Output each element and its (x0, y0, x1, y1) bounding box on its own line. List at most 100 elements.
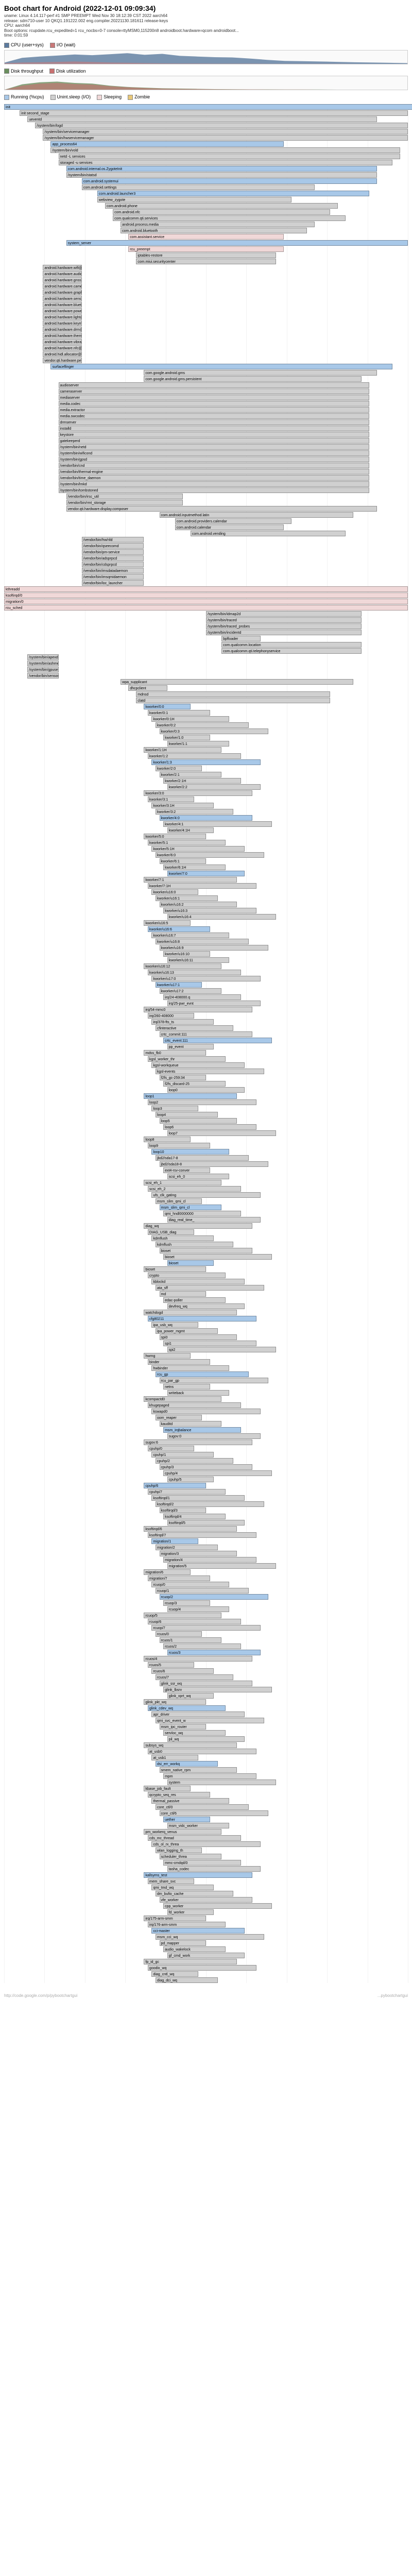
process-bar: media.codec (59, 401, 369, 406)
process-row: rcuop/3 (4, 1600, 408, 1606)
legend-swatch (97, 95, 102, 100)
process-row: /system/bin/ashmemd (4, 660, 408, 666)
process-row: com.android.launcher3 (4, 191, 408, 196)
process-row: binder (4, 1359, 408, 1365)
process-row: mem_share_svc (4, 1878, 408, 1884)
process-row: cds_ol_rx_threa (4, 1841, 408, 1847)
legend-swatch (49, 69, 55, 74)
process-row: android.hardware.audio@2.0-service (4, 271, 408, 277)
process-bar: /system/bin/wificond (59, 450, 369, 456)
process-bar: com.android.launcher3 (97, 191, 369, 196)
process-bar: qmi_svc_event_w (156, 1718, 264, 1723)
process-bar: rcuop/6 (148, 1619, 241, 1624)
process-bar: rcuos/0 (156, 1631, 202, 1637)
process-bar: rcuop/5 (144, 1613, 221, 1618)
process-bar: spi2 (167, 1347, 276, 1352)
process-row: hwrng (4, 1353, 408, 1359)
process-bar: rcu_gp (156, 1371, 249, 1377)
process-row: kworker/2:0 (4, 766, 408, 771)
process-row: com.qualcomm.location (4, 642, 408, 648)
process-bar: rcuos/4 (144, 1656, 252, 1662)
process-bar: migration/5 (167, 1563, 276, 1569)
process-bar: subsys_wq (144, 1742, 237, 1748)
process-bar: kdmflush (151, 1235, 214, 1241)
process-row: rcuop/6 (4, 1619, 408, 1624)
process-row: msm_slim_qmi_cl (4, 1198, 408, 1204)
process-row: subsys_wq (4, 1742, 408, 1748)
process-row: ksoftirqd/2 (4, 1501, 408, 1507)
process-row: kworker/4:1H (4, 827, 408, 833)
process-bar: devfreq_wq (167, 1303, 245, 1309)
process-row: ata_sff (4, 1285, 408, 1291)
process-row: /system/bin/vold (4, 147, 408, 153)
process-bar: kworker/1:1H (144, 747, 221, 753)
process-row: kworker/u16:12 (4, 963, 408, 969)
process-bar: qmi_hndl0000000 (163, 1211, 241, 1216)
process-bar: kworker/u16:4 (167, 914, 276, 920)
process-bar: mpm (163, 1773, 256, 1779)
process-bar: kworker/u16:8 (156, 939, 249, 944)
meta-release: release: sdm710-user 10 QKQ1.191222.002 … (4, 19, 408, 24)
process-row: /vendor/bin/qseecomd (4, 543, 408, 549)
process-row: audio_wakelock (4, 1946, 408, 1952)
process-bar: kworker/u16:12 (144, 963, 221, 969)
process-row: kworker/u16:6 (4, 926, 408, 932)
process-row: com.android.internal.os.ZygoteInit (4, 166, 408, 172)
process-bar: mem_share_svc (148, 1878, 194, 1884)
process-bar: /system/bin/incidentd (206, 630, 362, 635)
process-bar: com.google.android.gms.persistent (144, 376, 361, 382)
process-bar: crypto (148, 1273, 226, 1278)
process-row: sugov:0 (4, 1433, 408, 1439)
process-row: loop2 (4, 1099, 408, 1105)
process-row: /vendor/bin/hw/rild (4, 537, 408, 543)
process-row: media.swcodec (4, 413, 408, 419)
process-row: iptables-restore (4, 252, 408, 258)
process-row: ksoftirqd/6 (4, 1526, 408, 1532)
legend-item: Zombie (128, 94, 150, 100)
process-row: cpuhp/7 (4, 1489, 408, 1495)
process-bar: cci-master (151, 1928, 245, 1934)
process-row: scsi_eh_2 (4, 1186, 408, 1192)
process-bar: com.qualcomm.qti.services (113, 215, 346, 221)
process-bar: irq/175-arm-smm (144, 1916, 206, 1921)
process-bar: migration/2 (156, 1545, 218, 1550)
process-bar: media.swcodec (59, 413, 369, 419)
process-row: android.hardware.thermal@1.0-service (4, 333, 408, 338)
legend-item: I/O (wait) (50, 42, 76, 48)
process-row: system (4, 1780, 408, 1785)
process-bar: vendor.qti.hardware.perf@1.0-service (43, 358, 81, 363)
process-row: cpuhp/4 (4, 1470, 408, 1476)
process-row: gf_cmd_work (4, 1953, 408, 1958)
process-bar: jbd2/sda17-8 (156, 1155, 249, 1161)
process-row: diag_cntl_wq (4, 1971, 408, 1977)
process-row: f2fs_gc-259:34 (4, 1075, 408, 1080)
process-row: dhcpclient (4, 685, 408, 691)
process-row: kauditd (4, 1421, 408, 1427)
process-row: ipa_usb_wq (4, 1322, 408, 1328)
process-row: android.process.media (4, 222, 408, 227)
process-bar: mdss_fb0 (144, 1050, 206, 1056)
legend-swatch (128, 95, 133, 100)
process-bar: /vendor/bin/time_daemon (59, 475, 369, 481)
process-row: kworker/3:1 (4, 796, 408, 802)
process-bar: smem_native_rpm (160, 1767, 237, 1773)
process-bar: com.android.nfc (113, 209, 330, 215)
process-bar: vfe_worker (160, 1897, 253, 1903)
process-row: /vendor/bin/imsqmidaemon (4, 574, 408, 580)
process-bar: migration/1 (151, 1538, 198, 1544)
process-row: vendor.qti.hardware.perf@1.0-service (4, 358, 408, 363)
process-row: kallsyms_test (4, 1872, 408, 1878)
process-row: kworker/7:0 (4, 871, 408, 876)
process-row: kworker/0:2 (4, 722, 408, 728)
process-row: android.hardware.bluetooth@1.0-service (4, 302, 408, 308)
process-bar: com.android.inputmethod.latin (160, 512, 354, 518)
process-row: scheduler_threa (4, 1854, 408, 1859)
process-bar: /vendor/bin/sensors.qti (27, 673, 58, 679)
process-bar: sugov:6 (144, 1439, 252, 1445)
process-row: ufs_clk_gating (4, 1192, 408, 1198)
process-row: goodix_wq (4, 1965, 408, 1971)
footer-left[interactable]: http://code.google.com/p/pybootchartgui (4, 1993, 77, 1998)
process-bar: ext4-rsv-conver (163, 1167, 210, 1173)
process-row: rcuos/6 (4, 1668, 408, 1674)
process-row: f2fs_discard-25 (4, 1081, 408, 1087)
